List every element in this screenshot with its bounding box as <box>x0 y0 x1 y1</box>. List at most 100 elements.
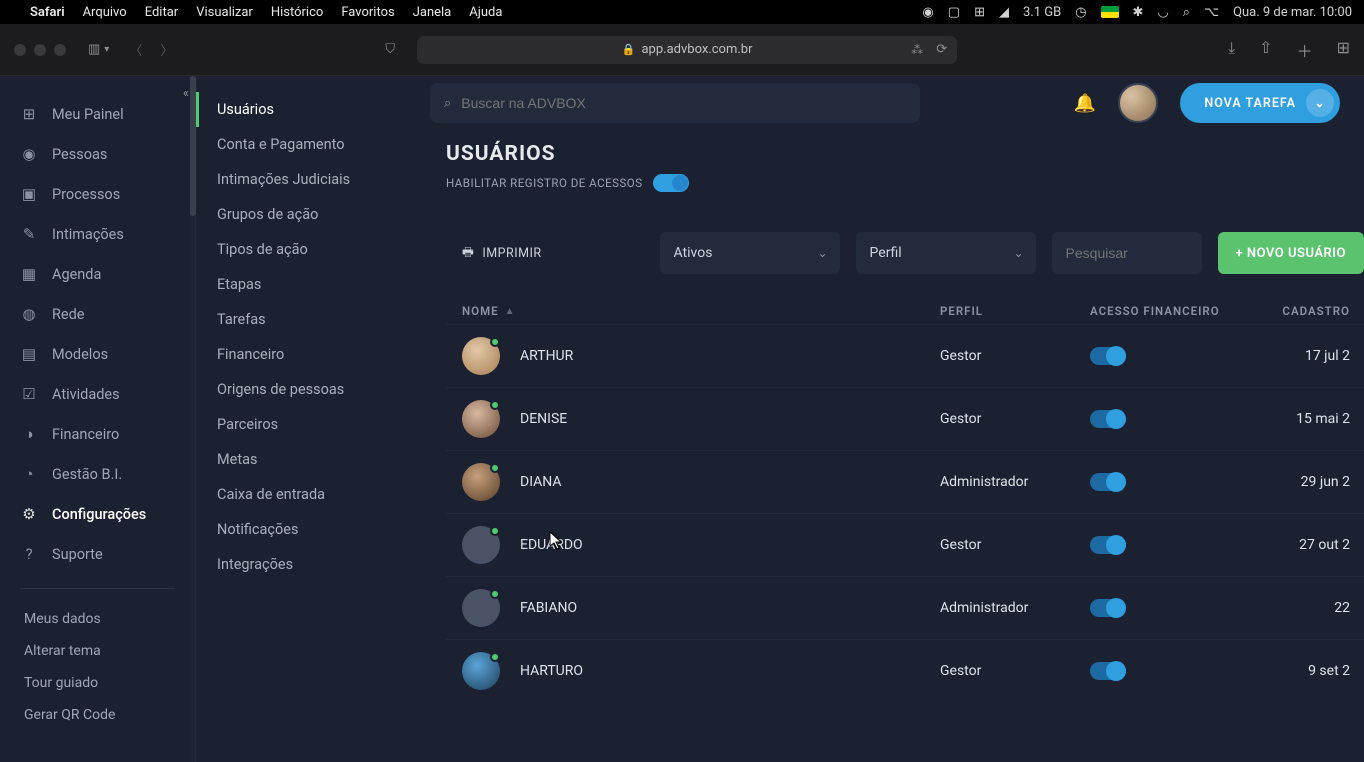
sidebar-toggle-icon[interactable]: ▥▾ <box>88 42 109 57</box>
table-search-input[interactable] <box>1066 245 1188 261</box>
subnav-tarefas[interactable]: Tarefas <box>196 302 422 337</box>
privacy-shield-icon[interactable]: ⛉ <box>385 42 395 57</box>
status-icon-1[interactable]: ◉ <box>922 5 933 20</box>
subnav-parceiros[interactable]: Parceiros <box>196 407 422 442</box>
downloads-icon[interactable]: ⤓ <box>1228 38 1235 62</box>
sidebar-item-financeiro[interactable]: ◑Financeiro <box>0 414 195 454</box>
global-search[interactable]: ⌕ <box>430 83 920 123</box>
menubar-app-name[interactable]: Safari <box>30 5 65 20</box>
status-icon-timer[interactable]: ◷ <box>1075 5 1086 20</box>
chevron-down-icon[interactable]: ⌄ <box>1306 89 1334 117</box>
sidebar-extra-tour-guiado[interactable]: Tour guiado <box>0 667 195 699</box>
finance-access-toggle[interactable] <box>1090 536 1126 554</box>
finance-access-toggle[interactable] <box>1090 662 1126 680</box>
sidebar-item-agenda[interactable]: ▦Agenda <box>0 254 195 294</box>
sidebar-extra-meus-dados[interactable]: Meus dados <box>0 603 195 635</box>
status-datetime[interactable]: Qua. 9 de mar. 10:00 <box>1233 5 1352 20</box>
sidebar-item-atividades[interactable]: ☑Atividades <box>0 374 195 414</box>
menu-arquivo[interactable]: Arquivo <box>83 5 127 20</box>
share-icon[interactable]: ⇧ <box>1259 38 1272 62</box>
tabs-overview-icon[interactable]: ⊞ <box>1337 38 1350 62</box>
subnav-etapas[interactable]: Etapas <box>196 267 422 302</box>
search-input[interactable] <box>461 95 906 111</box>
user-avatar[interactable] <box>1118 83 1158 123</box>
spotlight-icon[interactable]: ⌕ <box>1183 5 1190 20</box>
col-finance[interactable]: ACESSO FINANCEIRO <box>1090 304 1260 318</box>
status-icon-broadcast[interactable]: ◢ <box>999 5 1009 20</box>
sidebar-item-suporte[interactable]: ?Suporte <box>0 534 195 574</box>
control-center-icon[interactable]: ⌥ <box>1204 5 1219 20</box>
sidebar-item-intima-es[interactable]: ✎Intimações <box>0 214 195 254</box>
sidebar-item-configura-es[interactable]: ⚙Configurações <box>0 494 195 534</box>
subnav-metas[interactable]: Metas <box>196 442 422 477</box>
menu-historico[interactable]: Histórico <box>271 5 323 20</box>
sidebar-item-rede[interactable]: ◍Rede <box>0 294 195 334</box>
table-row[interactable]: EDUARDO Gestor 27 out 2 <box>446 513 1364 576</box>
col-created[interactable]: CADASTRO <box>1260 304 1350 318</box>
sidebar-extra-gerar-qr-code[interactable]: Gerar QR Code <box>0 699 195 731</box>
status-icon-grid[interactable]: ⊞ <box>974 5 985 20</box>
menu-ajuda[interactable]: Ajuda <box>469 5 502 20</box>
finance-access-toggle[interactable] <box>1090 599 1126 617</box>
menu-janela[interactable]: Janela <box>413 5 452 20</box>
subnav-financeiro[interactable]: Financeiro <box>196 337 422 372</box>
new-task-button[interactable]: NOVA TAREFA ⌄ <box>1180 83 1340 123</box>
wifi-icon[interactable]: ◡ <box>1157 5 1168 20</box>
filter-profile-value: Perfil <box>870 245 902 261</box>
finance-access-toggle[interactable] <box>1090 347 1126 365</box>
new-user-button[interactable]: + NOVO USUÁRIO <box>1218 232 1364 274</box>
url-bar[interactable]: 🔒 app.advbox.com.br ⁂ ⟳ <box>417 36 957 64</box>
access-log-toggle[interactable] <box>653 174 689 192</box>
menu-visualizar[interactable]: Visualizar <box>196 5 253 20</box>
notifications-icon[interactable]: 🔔 <box>1074 93 1096 114</box>
chevron-down-icon: ⌄ <box>1013 246 1023 260</box>
access-log-toggle-label: HABILITAR REGISTRO DE ACESSOS <box>446 176 643 190</box>
url-text: app.advbox.com.br <box>641 42 752 57</box>
translate-icon[interactable]: ⁂ <box>911 43 923 57</box>
table-row[interactable]: DIANA Administrador 29 jun 2 <box>446 450 1364 513</box>
status-memory: 3.1 GB <box>1023 5 1061 20</box>
bluetooth-icon[interactable]: ✱ <box>1133 5 1144 20</box>
nav-icon: ? <box>20 545 38 563</box>
input-source-flag[interactable] <box>1101 6 1119 18</box>
col-profile[interactable]: PERFIL <box>940 304 1090 318</box>
finance-access-toggle[interactable] <box>1090 473 1126 491</box>
sidebar-extra-alterar-tema[interactable]: Alterar tema <box>0 635 195 667</box>
table-row[interactable]: HARTURO Gestor 9 set 2 <box>446 639 1364 702</box>
subnav-intima-es-judiciais[interactable]: Intimações Judiciais <box>196 162 422 197</box>
subnav-tipos-de-a-o[interactable]: Tipos de ação <box>196 232 422 267</box>
subnav-notifica-es[interactable]: Notificações <box>196 512 422 547</box>
subnav-integra-es[interactable]: Integrações <box>196 547 422 582</box>
nav-forward-icon[interactable]: 〉 <box>160 40 173 59</box>
finance-access-toggle[interactable] <box>1090 410 1126 428</box>
sidebar-item-meu-painel[interactable]: ⊞Meu Painel <box>0 94 195 134</box>
sidebar-scrollbar[interactable] <box>190 76 196 762</box>
subnav-grupos-de-a-o[interactable]: Grupos de ação <box>196 197 422 232</box>
filter-profile-select[interactable]: Perfil ⌄ <box>856 232 1036 274</box>
sidebar-collapse-icon[interactable]: « <box>183 86 189 101</box>
menu-editar[interactable]: Editar <box>145 5 179 20</box>
subnav-conta-e-pagamento[interactable]: Conta e Pagamento <box>196 127 422 162</box>
subnav-usu-rios[interactable]: Usuários <box>196 92 422 127</box>
col-name[interactable]: NOME <box>462 304 499 318</box>
new-tab-icon[interactable]: ＋ <box>1297 38 1313 62</box>
window-traffic-lights[interactable] <box>14 44 66 56</box>
sidebar-item-gest-o-b-i-[interactable]: ◔Gestão B.I. <box>0 454 195 494</box>
table-search[interactable] <box>1052 232 1202 274</box>
sidebar-item-pessoas[interactable]: ◉Pessoas <box>0 134 195 174</box>
print-button[interactable]: 🖶 IMPRIMIR <box>452 243 552 264</box>
nav-back-icon[interactable]: 〈 <box>129 40 142 59</box>
subnav-caixa-de-entrada[interactable]: Caixa de entrada <box>196 477 422 512</box>
sort-asc-icon[interactable]: ▲ <box>505 306 516 317</box>
menu-favoritos[interactable]: Favoritos <box>341 5 394 20</box>
reload-icon[interactable]: ⟳ <box>936 42 947 57</box>
status-icon-display[interactable]: ▢ <box>948 5 960 20</box>
sidebar-item-processos[interactable]: ▣Processos <box>0 174 195 214</box>
nav-label: Agenda <box>52 266 101 283</box>
table-row[interactable]: ARTHUR Gestor 17 jul 2 <box>446 324 1364 387</box>
table-row[interactable]: FABIANO Administrador 22 <box>446 576 1364 639</box>
subnav-origens-de-pessoas[interactable]: Origens de pessoas <box>196 372 422 407</box>
sidebar-item-modelos[interactable]: ▤Modelos <box>0 334 195 374</box>
filter-status-select[interactable]: Ativos ⌄ <box>660 232 840 274</box>
table-row[interactable]: DENISE Gestor 15 mai 2 <box>446 387 1364 450</box>
